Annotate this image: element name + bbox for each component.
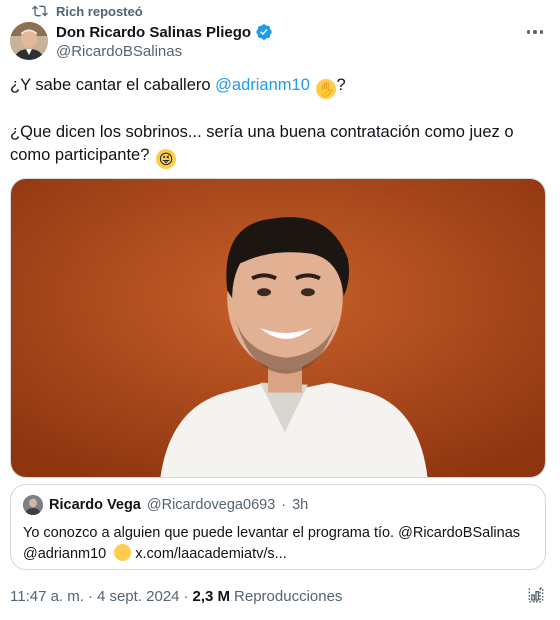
more-options-button[interactable] [524, 22, 546, 42]
meta-separator-1: · [87, 587, 93, 605]
repost-icon [32, 5, 48, 17]
quoted-link: x.com/laacademiatv/s... [135, 546, 287, 562]
quoted-author-handle[interactable]: @Ricardovega0693 [147, 497, 275, 513]
tweet-photo[interactable] [10, 178, 546, 478]
quoted-text-prefix: Yo conozco a alguien que puede levantar … [23, 525, 399, 541]
more-dot-icon [533, 30, 537, 34]
views-count: 2,3 M [192, 587, 231, 605]
tweet-paragraph-1: ¿Y sabe cantar el caballero @adrianm10 ✋… [10, 74, 550, 99]
face-peeking-icon [114, 544, 132, 561]
author-avatar[interactable] [10, 22, 48, 60]
quoted-separator: · [281, 497, 287, 513]
thinking-face-icon: ✋ [316, 79, 337, 99]
tweet-line1-suffix: ? [336, 76, 346, 94]
tweet-date[interactable]: 4 sept. 2024 [97, 588, 180, 605]
author-display-name[interactable]: Don Ricardo Salinas Pliego [56, 24, 251, 41]
repost-indicator[interactable]: Rich reposteó [32, 3, 143, 19]
tweet-metadata: 11:47 a. m. · 4 sept. 2024 · 2,3 M Repro… [10, 586, 342, 606]
more-dot-icon [526, 30, 531, 34]
quoted-text: Yo conozco a alguien que puede levantar … [23, 523, 533, 565]
repost-label: Rich reposteó [56, 3, 143, 19]
views-label: Reproducciones [234, 587, 343, 605]
quoted-tweet[interactable]: Ricardo Vega @Ricardovega0693 · 3h Yo co… [10, 484, 546, 570]
tweet-paragraph-2: ¿Que dicen los sobrinos... sería una bue… [10, 121, 550, 169]
photo-image [11, 179, 545, 477]
tweet-line2: ¿Que dicen los sobrinos... sería una bue… [10, 123, 514, 164]
more-dot-icon [539, 30, 544, 34]
meta-separator-2: · [183, 587, 189, 605]
verified-badge-icon [256, 24, 272, 40]
quoted-timestamp[interactable]: 3h [292, 497, 308, 513]
tweet-time[interactable]: 11:47 a. m. [10, 588, 84, 605]
tweet-text: ¿Y sabe cantar el caballero @adrianm10 ✋… [10, 74, 550, 191]
analytics-icon[interactable] [526, 585, 546, 605]
quoted-mention-2: @adrianm10 [23, 546, 107, 562]
zany-face-icon: 😜 [156, 149, 177, 169]
mention-adrianm10[interactable]: @adrianm10 [215, 76, 310, 94]
quoted-mention-1: @RicardoBSalinas [398, 525, 521, 541]
author-handle[interactable]: @RicardoBSalinas [56, 43, 273, 60]
tweet-line1-prefix: ¿Y sabe cantar el caballero [10, 76, 216, 94]
quoted-author-avatar[interactable] [23, 495, 43, 515]
quoted-author-name[interactable]: Ricardo Vega [49, 497, 141, 513]
